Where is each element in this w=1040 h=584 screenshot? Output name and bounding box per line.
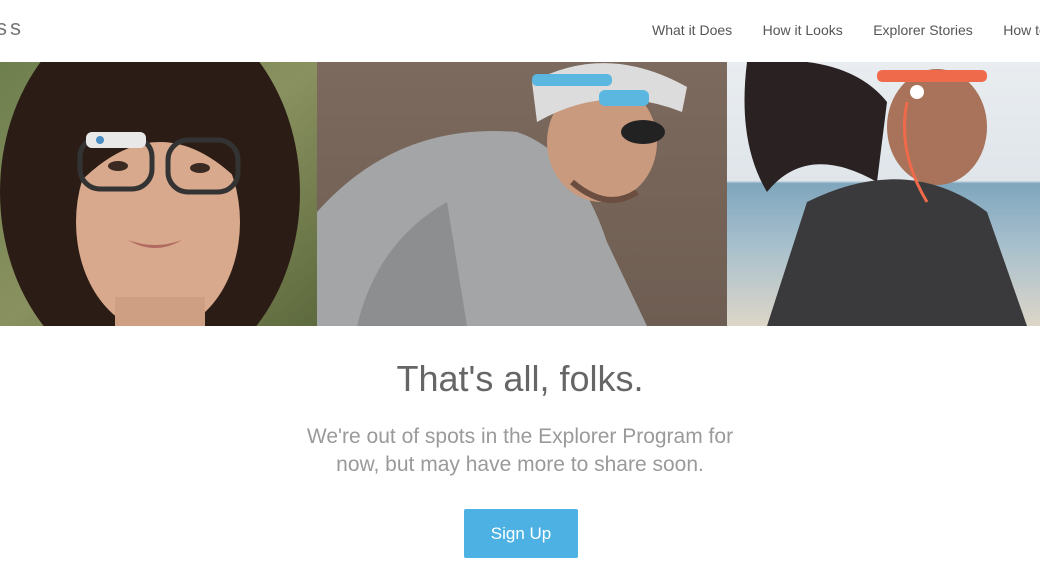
nav-how-to-get[interactable]: How to G [1003, 22, 1040, 38]
nav-what-it-does[interactable]: What it Does [652, 22, 732, 38]
page-title: That's all, folks. [396, 358, 644, 399]
nav-how-it-looks[interactable]: How it Looks [763, 22, 843, 38]
subtitle-text: We're out of spots in the Explorer Progr… [260, 423, 780, 479]
hero-image-strip [0, 62, 1040, 326]
hero-photo-cyclist [317, 62, 727, 326]
logo[interactable]: ss [0, 15, 24, 41]
nav-explorer-stories[interactable]: Explorer Stories [873, 22, 973, 38]
hero-photo-runner [727, 62, 1040, 326]
top-header: ss What it Does How it Looks Explorer St… [0, 0, 1040, 62]
sign-up-button[interactable]: Sign Up [464, 509, 578, 558]
hero-photo-woman [0, 62, 317, 326]
subtitle-line-2: now, but may have more to share soon. [336, 453, 704, 476]
main-nav: What it Does How it Looks Explorer Stori… [652, 22, 1040, 40]
subtitle-line-1: We're out of spots in the Explorer Progr… [306, 425, 734, 448]
